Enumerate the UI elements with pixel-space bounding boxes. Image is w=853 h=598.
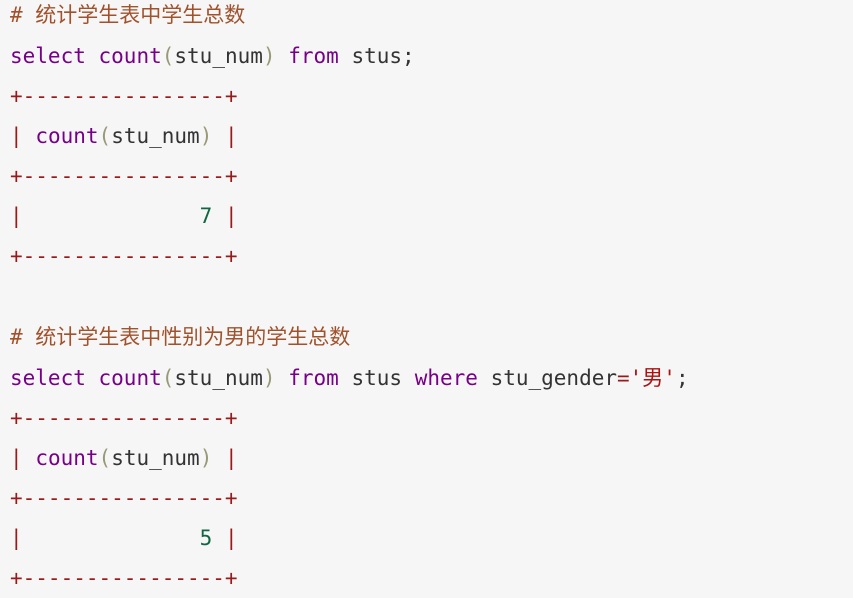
table-bar-right: | — [224, 526, 238, 550]
result-border-bottom: +----------------+ — [10, 244, 238, 268]
paren-open: ( — [161, 366, 175, 390]
result-value: 5 — [199, 526, 213, 550]
result-border-bottom: +----------------+ — [10, 566, 238, 590]
result-value: 7 — [199, 204, 213, 228]
column-gender: stu_gender — [490, 366, 617, 390]
semicolon: ; — [675, 366, 689, 390]
paren-close: ) — [262, 44, 276, 68]
result-border-top: +----------------+ — [10, 84, 238, 108]
sql-query-line-2: select count(stu_num) from stus where st… — [10, 358, 689, 398]
header-function-count: count — [35, 124, 99, 148]
result-header-row: | count(stu_num) | — [10, 116, 238, 156]
table-bar-right: | — [225, 446, 238, 470]
table-bar-right: | — [224, 204, 238, 228]
string-literal: '男' — [629, 366, 676, 390]
table-bar-left: | — [10, 124, 23, 148]
code-block: # 统计学生表中学生总数 select count(stu_num) from … — [0, 0, 853, 598]
table-name: stus — [351, 44, 403, 68]
result-header-row: | count(stu_num) | — [10, 438, 238, 478]
keyword-from: from — [288, 366, 339, 390]
table-bar-left: | — [10, 446, 23, 470]
function-count: count — [98, 44, 162, 68]
result-border-middle: +----------------+ — [10, 486, 238, 510]
function-count: count — [98, 366, 162, 390]
keyword-from: from — [288, 44, 339, 68]
header-paren-open: ( — [98, 446, 112, 470]
result-border-top: +----------------+ — [10, 406, 238, 430]
header-paren-close: ) — [199, 124, 213, 148]
result-border-middle: +----------------+ — [10, 164, 238, 188]
keyword-select: select — [10, 366, 86, 390]
table-bar-left: | — [10, 526, 23, 550]
paren-close: ) — [262, 366, 276, 390]
header-column-arg: stu_num — [111, 446, 200, 470]
table-bar-right: | — [225, 124, 238, 148]
column-arg: stu_num — [174, 44, 263, 68]
header-function-count: count — [35, 446, 99, 470]
semicolon: ; — [402, 44, 415, 68]
sql-query-line-1: select count(stu_num) from stus; — [10, 36, 415, 76]
header-column-arg: stu_num — [111, 124, 200, 148]
keyword-where: where — [414, 366, 478, 390]
comment-line-2: # 统计学生表中性别为男的学生总数 — [10, 325, 351, 349]
column-arg: stu_num — [174, 366, 263, 390]
comment-line-1: # 统计学生表中学生总数 — [10, 3, 246, 27]
header-paren-close: ) — [199, 446, 213, 470]
paren-open: ( — [161, 44, 175, 68]
result-value-row: | 7 | — [10, 196, 238, 236]
keyword-select: select — [10, 44, 86, 68]
table-bar-left: | — [10, 204, 23, 228]
table-name: stus — [351, 366, 403, 390]
result-value-row: | 5 | — [10, 518, 238, 558]
equals-operator: = — [617, 366, 630, 390]
header-paren-open: ( — [98, 124, 112, 148]
